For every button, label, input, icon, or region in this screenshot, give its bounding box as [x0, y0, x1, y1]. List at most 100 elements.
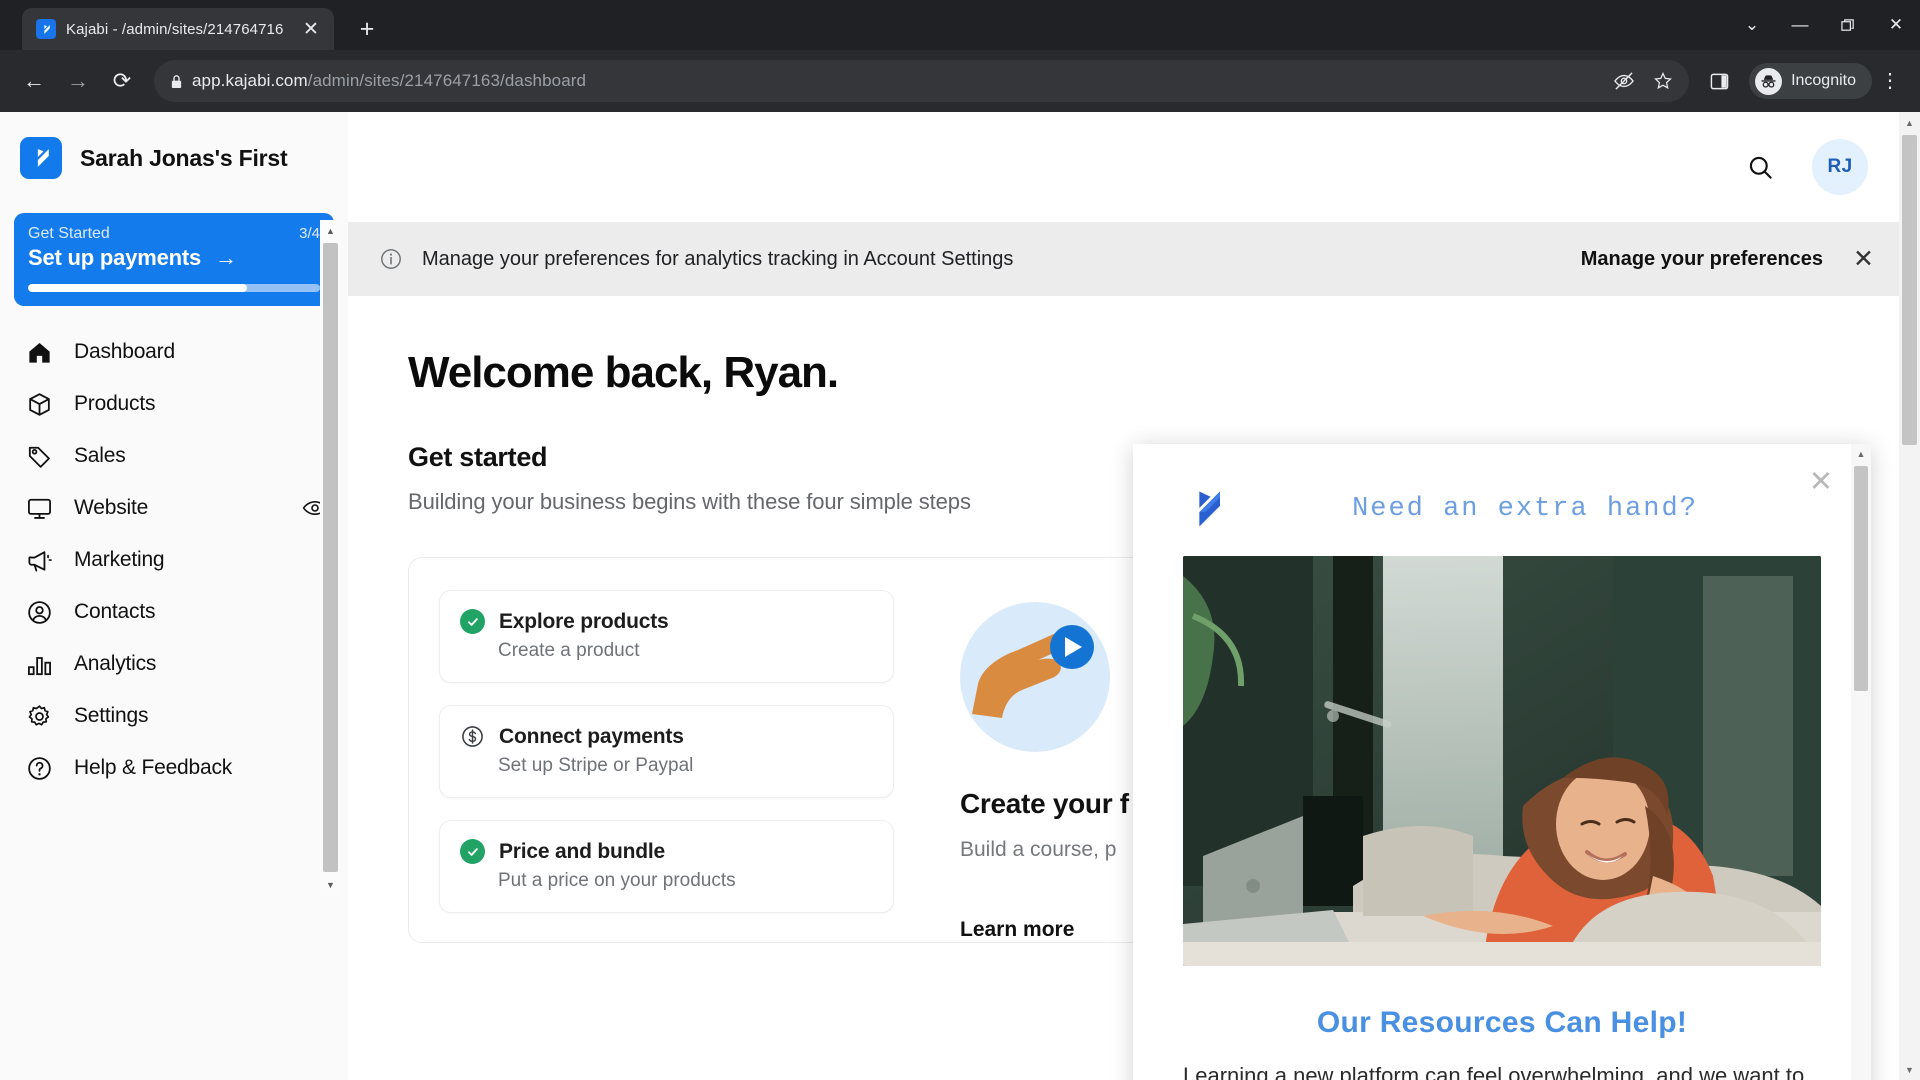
scroll-up-arrow[interactable]: ▲: [320, 220, 341, 241]
sidebar-item-sales[interactable]: Sales: [0, 430, 348, 482]
omnibox-actions: [1601, 71, 1673, 91]
incognito-label: Incognito: [1791, 72, 1856, 89]
side-panel-icon[interactable]: [1699, 72, 1739, 91]
sidebar-item-analytics[interactable]: Analytics: [0, 638, 348, 690]
question-circle-icon: [24, 753, 54, 783]
banner-message: Manage your preferences for analytics tr…: [422, 247, 1014, 270]
incognito-indicator[interactable]: Incognito: [1749, 63, 1872, 99]
sidebar-item-contacts[interactable]: Contacts: [0, 586, 348, 638]
modal-header: Need an extra hand?: [1133, 444, 1871, 532]
megaphone-icon: [24, 545, 54, 575]
get-started-row: Get Started 3/4: [28, 225, 320, 243]
close-icon[interactable]: ✕: [1853, 246, 1874, 272]
step-description: Put a price on your products: [498, 870, 736, 891]
sidebar-item-dashboard[interactable]: Dashboard: [0, 326, 348, 378]
gear-icon: [24, 701, 54, 731]
check-circle-icon: [460, 839, 485, 864]
sidebar-item-label: Sales: [74, 444, 126, 467]
monitor-icon: [24, 493, 54, 523]
resources-modal: ✕ Need an extra hand? Our Resources Can …: [1133, 444, 1871, 1080]
step-title: Price and bundle: [499, 839, 665, 863]
page-scrollbar[interactable]: ▲ ▼: [1899, 112, 1920, 1080]
app-topbar: RJ: [348, 112, 1920, 222]
progress-bar: [28, 284, 320, 292]
address-bar[interactable]: app.kajabi.com/admin/sites/2147647163/da…: [154, 60, 1690, 102]
modal-body-text: Learning a new platform can feel overwhe…: [1183, 1063, 1805, 1080]
info-circle-icon: [376, 244, 406, 274]
onboarding-step-card[interactable]: Price and bundle Put a price on your prod…: [439, 820, 894, 913]
forward-arrow-icon[interactable]: →: [56, 59, 100, 103]
get-started-label: Get Started: [28, 225, 110, 242]
analytics-preferences-banner: Manage your preferences for analytics tr…: [348, 222, 1920, 296]
new-tab-button[interactable]: +: [352, 17, 382, 42]
minimize-icon[interactable]: —: [1776, 0, 1824, 50]
brand-header[interactable]: Sarah Jonas's First: [0, 112, 348, 179]
tag-icon: [24, 441, 54, 471]
scroll-down-arrow[interactable]: ▼: [320, 874, 341, 895]
onboarding-step-list: Explore products Create a product Connect …: [439, 590, 894, 942]
arrow-right-icon: →: [215, 245, 237, 270]
scroll-up-arrow[interactable]: ▲: [1851, 444, 1871, 464]
close-icon[interactable]: ✕: [1809, 468, 1833, 497]
star-icon[interactable]: [1653, 71, 1673, 91]
avatar[interactable]: RJ: [1812, 139, 1868, 195]
lock-icon: [170, 74, 192, 89]
sidebar-item-settings[interactable]: Settings: [0, 690, 348, 742]
kajabi-logo-icon: [1183, 486, 1229, 532]
manage-preferences-button[interactable]: Manage your preferences: [1581, 248, 1823, 271]
restore-icon[interactable]: [1824, 0, 1872, 50]
chevron-down-icon[interactable]: ⌄: [1728, 0, 1776, 50]
page-title: Welcome back, Ryan.: [408, 348, 839, 397]
modal-scrollbar[interactable]: ▲ ▼: [1851, 444, 1871, 1080]
window-controls: ⌄ — ✕: [1728, 0, 1920, 50]
url-host: app.kajabi.com: [192, 71, 308, 90]
step-title: Explore products: [499, 609, 669, 633]
progress-bar-fill: [28, 284, 247, 292]
hand-play-button-illustration: [960, 602, 1110, 752]
scroll-down-arrow[interactable]: ▼: [1899, 1059, 1920, 1080]
tab-title: Kajabi - /admin/sites/214764716: [66, 20, 284, 38]
incognito-hat-icon: [1755, 67, 1783, 95]
sidebar-item-label: Help & Feedback: [74, 756, 233, 779]
tab-strip: Kajabi - /admin/sites/214764716 ✕ + ⌄ — …: [0, 0, 1920, 50]
close-icon[interactable]: ✕: [1872, 0, 1920, 50]
sidebar-scrollbar-thumb[interactable]: [323, 243, 338, 872]
scroll-up-arrow[interactable]: ▲: [1899, 112, 1920, 133]
sidebar-item-products[interactable]: Products: [0, 378, 348, 430]
modal-scrollbar-thumb[interactable]: [1854, 466, 1868, 691]
app-sidebar: Sarah Jonas's First Get Started 3/4 Set …: [0, 112, 348, 1080]
get-started-card[interactable]: Get Started 3/4 Set up payments →: [14, 213, 334, 306]
browser-window: Kajabi - /admin/sites/214764716 ✕ + ⌄ — …: [0, 0, 1920, 1080]
sidebar-item-marketing[interactable]: Marketing: [0, 534, 348, 586]
get-started-title-row: Set up payments →: [28, 245, 320, 271]
reload-icon[interactable]: ⟳: [100, 59, 144, 103]
get-started-title: Set up payments: [28, 245, 202, 270]
onboarding-step-card[interactable]: Connect payments Set up Stripe or Paypal: [439, 705, 894, 798]
box-icon: [24, 389, 54, 419]
step-header: Explore products: [460, 609, 873, 634]
get-started-count: 3/4: [299, 225, 320, 242]
step-description: Create a product: [498, 640, 640, 661]
sidebar-item-help-feedback[interactable]: Help & Feedback: [0, 742, 348, 794]
sidebar-item-label: Website: [74, 496, 149, 519]
step-header: Connect payments: [460, 724, 873, 749]
home-icon: [24, 337, 54, 367]
sidebar-item-label: Contacts: [74, 600, 156, 623]
sidebar-item-label: Dashboard: [74, 340, 175, 363]
eye-slash-icon[interactable]: [1613, 72, 1635, 90]
tab-close-icon[interactable]: ✕: [298, 20, 324, 39]
dollar-circle-icon: [460, 724, 485, 749]
bar-chart-icon: [24, 649, 54, 679]
onboarding-step-card[interactable]: Explore products Create a product: [439, 590, 894, 683]
sidebar-scrollbar[interactable]: ▲ ▼: [320, 220, 341, 895]
browser-tab[interactable]: Kajabi - /admin/sites/214764716 ✕: [22, 8, 334, 50]
browser-toolbar: ← → ⟳ app.kajabi.com/admin/sites/2147647…: [0, 50, 1920, 112]
page-scrollbar-thumb[interactable]: [1902, 135, 1917, 445]
sidebar-item-website[interactable]: Website: [0, 482, 348, 534]
search-icon[interactable]: [1747, 154, 1774, 181]
kebab-menu-icon[interactable]: ⋮: [1872, 71, 1908, 91]
sidebar-nav: Dashboard Products Sales Website Marketing Co…: [0, 326, 348, 794]
check-circle-icon: [460, 609, 485, 634]
kajabi-logo-icon: [20, 137, 62, 179]
back-arrow-icon[interactable]: ←: [12, 59, 56, 103]
